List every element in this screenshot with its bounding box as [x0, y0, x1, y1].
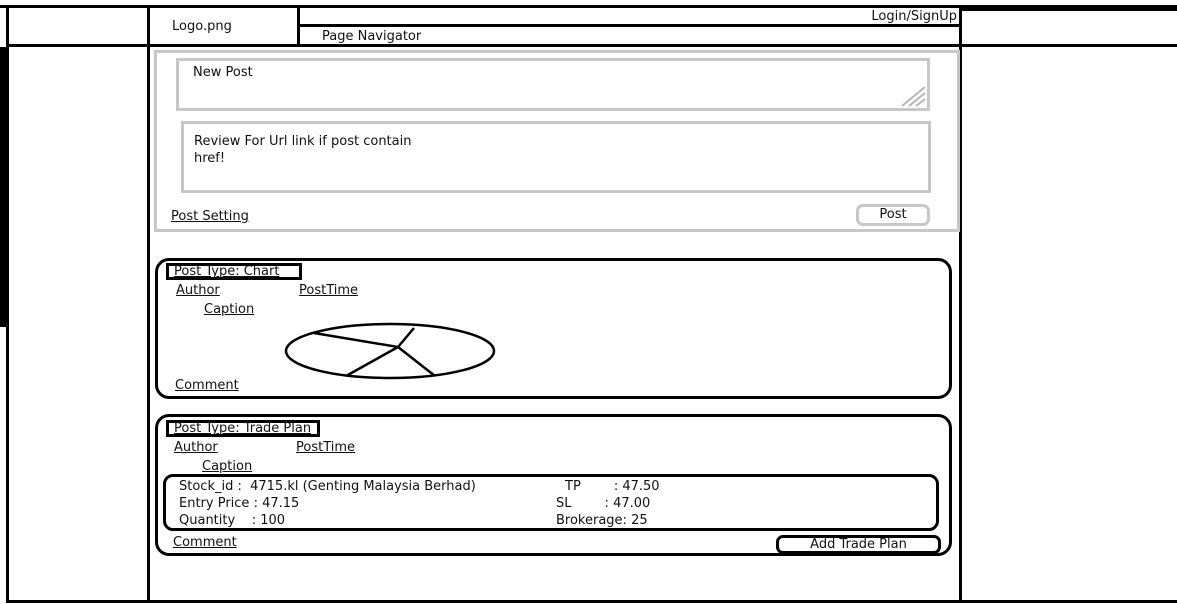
login-bar-bottom [297, 24, 960, 27]
chart-post-comment-link[interactable]: Comment [175, 378, 239, 393]
post-setting-link[interactable]: Post Setting [171, 209, 249, 224]
trade-quantity: Quantity : 100 [179, 513, 286, 528]
frame-left-edge [6, 5, 9, 601]
login-signup-link[interactable]: Login/SignUp [871, 9, 957, 24]
url-review-text-line1: Review For Url link if post contain [194, 134, 412, 149]
header-bottom-line [6, 44, 1177, 47]
trade-stop-loss: SL : 47.00 [556, 496, 651, 511]
chart-post-time: PostTime [299, 283, 359, 298]
trade-brokerage: Brokerage: 25 [556, 513, 648, 528]
logo-placeholder[interactable]: Logo.png [172, 19, 232, 34]
trade-post-time: PostTime [296, 440, 356, 455]
left-column-divider [147, 5, 150, 601]
add-trade-plan-button-label: Add Trade Plan [810, 537, 907, 552]
chart-post-caption: Caption [204, 302, 255, 317]
post-type-chart-label: Post Type: Chart [166, 263, 303, 280]
trade-stock-id: Stock_id : 4715.kl (Genting Malaysia Ber… [179, 479, 476, 494]
trade-post-caption: Caption [202, 459, 253, 474]
frame-bottom-line [6, 600, 1177, 603]
post-button[interactable]: Post [856, 204, 930, 226]
trade-entry-price: Entry Price : 47.15 [179, 496, 300, 511]
trade-post-author[interactable]: Author [174, 440, 218, 455]
url-review-box: Review For Url link if post contain href… [181, 121, 931, 193]
frame-right-top-cap [960, 5, 1177, 11]
trade-post-comment-link[interactable]: Comment [173, 535, 237, 550]
resize-handle-icon[interactable] [900, 85, 926, 107]
new-post-textarea[interactable]: New Post [176, 58, 930, 111]
new-post-placeholder: New Post [193, 65, 253, 80]
url-review-text-line2: href! [194, 151, 226, 166]
post-type-trade-plan-label: Post Type: Trade Plan [166, 420, 321, 437]
login-bar-top [297, 5, 960, 8]
trade-take-profit: TP : 47.50 [565, 479, 660, 494]
left-gutter-marker [0, 47, 6, 327]
page-navigator[interactable]: Page Navigator [322, 29, 421, 44]
pie-chart-sketch-icon [284, 322, 496, 380]
chart-post-author[interactable]: Author [176, 283, 220, 298]
add-trade-plan-button[interactable]: Add Trade Plan [776, 535, 941, 554]
post-button-label: Post [879, 207, 907, 222]
